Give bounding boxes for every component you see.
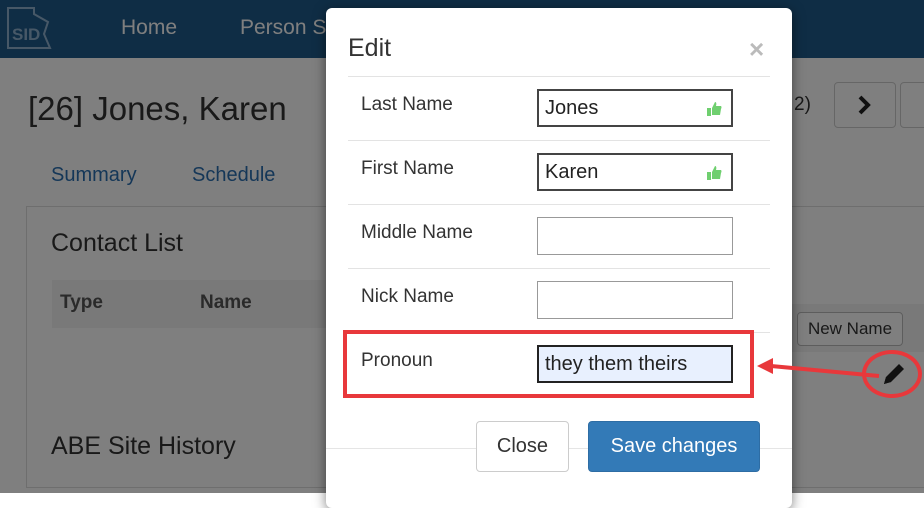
- nick-name-field[interactable]: [537, 281, 733, 319]
- first-name-value: Karen: [545, 161, 599, 183]
- last-name-label: Last Name: [361, 94, 453, 115]
- divider: [348, 268, 770, 269]
- middle-name-label: Middle Name: [361, 222, 473, 243]
- divider: [348, 204, 770, 205]
- last-name-field[interactable]: Jones: [537, 89, 733, 127]
- middle-name-field[interactable]: [537, 217, 733, 255]
- thumbs-up-icon[interactable]: [705, 163, 723, 181]
- edit-modal: Edit × Last Name Jones First Name Karen …: [326, 8, 792, 508]
- thumbs-up-icon[interactable]: [705, 99, 723, 117]
- close-button[interactable]: Close: [476, 421, 569, 472]
- nick-name-label: Nick Name: [361, 286, 454, 307]
- first-name-field[interactable]: Karen: [537, 153, 733, 191]
- pencil-highlight-circle: [862, 350, 922, 398]
- modal-title: Edit: [348, 34, 392, 62]
- last-name-value: Jones: [545, 97, 599, 119]
- close-icon[interactable]: ×: [749, 36, 764, 62]
- save-changes-button[interactable]: Save changes: [588, 421, 760, 472]
- pronoun-highlight-box: [343, 330, 754, 398]
- first-name-label: First Name: [361, 158, 454, 179]
- divider: [348, 140, 770, 141]
- divider: [348, 76, 770, 77]
